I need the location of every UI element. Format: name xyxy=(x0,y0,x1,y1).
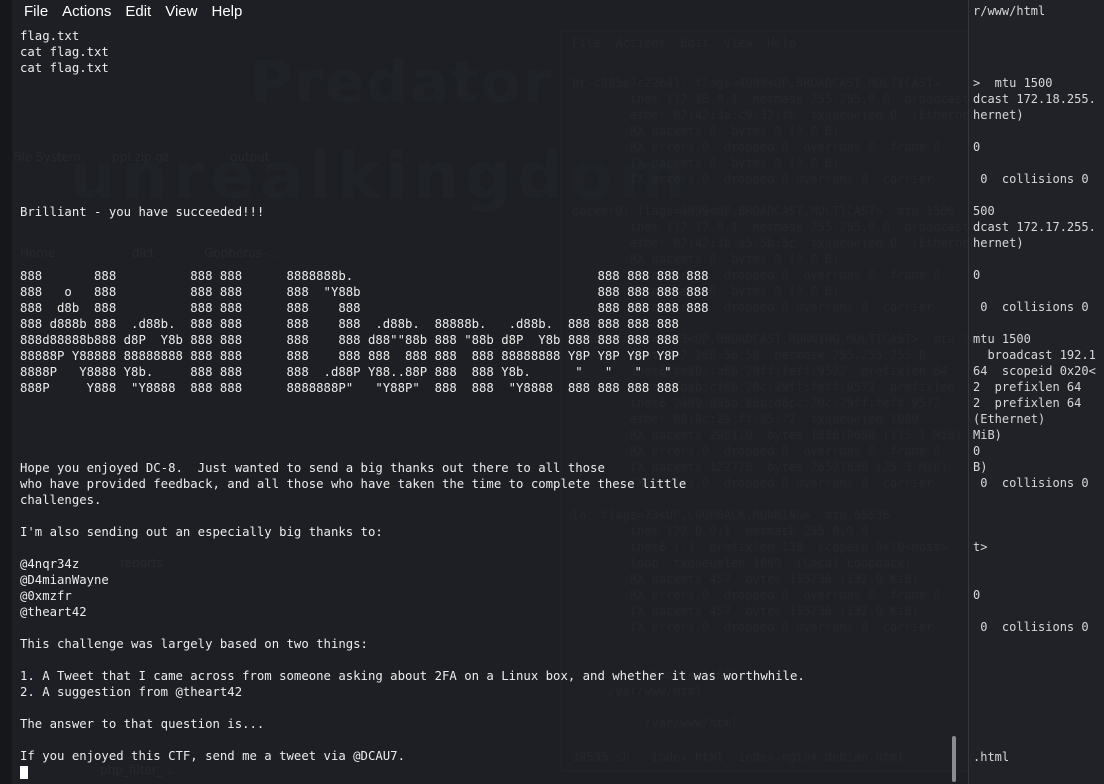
background-terminal-line: MiB) xyxy=(973,428,1002,442)
terminal-window[interactable]: File Actions Edit View Help flag.txt cat … xyxy=(12,0,968,784)
terminal-line: Hope you enjoyed DC-8. Just wanted to se… xyxy=(20,461,605,475)
terminal-line: @D4mianWayne xyxy=(20,573,109,587)
background-terminal-line: hernet) xyxy=(973,108,1024,122)
menu-help[interactable]: Help xyxy=(205,0,250,24)
background-right-terminal: r/www/html > mtu 1500 dcast 172.18.255. her… xyxy=(968,0,1104,784)
background-terminal-line: 0 xyxy=(973,140,981,154)
background-terminal-line: 2 prefixlen 64 xyxy=(973,396,1082,410)
terminal-line: The answer to that question is... xyxy=(20,717,265,731)
terminal-line: 888 d888b 888 .d88b. 888 888 888 888 .d8… xyxy=(20,317,679,331)
terminal-line: @theart42 xyxy=(20,605,87,619)
background-terminal-line: dcast 172.18.255. xyxy=(973,92,1096,106)
background-terminal-line: (Ethernet) xyxy=(973,412,1046,426)
menu-actions[interactable]: Actions xyxy=(56,0,119,24)
background-terminal-line: 2 prefixlen 64 xyxy=(973,380,1082,394)
terminal-line: cat flag.txt xyxy=(20,61,109,75)
terminal-line: challenges. xyxy=(20,493,102,507)
background-terminal-line: 0 collisions 0 xyxy=(973,476,1089,490)
background-terminal-line: t> xyxy=(973,540,988,554)
background-terminal-line: dcast 172.17.255. xyxy=(973,220,1096,234)
terminal-line: 888 888 888 888 8888888b. 888 888 888 88… xyxy=(20,269,709,283)
background-terminal-line: broadcast 192.1 xyxy=(973,348,1096,362)
terminal-line: Brilliant - you have succeeded!!! xyxy=(20,205,265,219)
background-terminal-line: 0 xyxy=(973,588,981,602)
menu-file[interactable]: File xyxy=(12,0,56,24)
terminal-line: 888 d8b 888 888 888 888 888 888 888 888 … xyxy=(20,301,709,315)
terminal-line: @4nqr34z xyxy=(20,557,80,571)
background-terminal-line: B) xyxy=(973,460,988,474)
terminal-scrollbar[interactable] xyxy=(952,736,956,782)
terminal-cursor xyxy=(20,766,28,779)
terminal-line: 8888P Y8888 Y8b. 888 888 888 .d88P Y88..… xyxy=(20,365,672,379)
terminal-line: This challenge was largely based on two … xyxy=(20,637,368,651)
terminal-line: If you enjoyed this CTF, send me a tweet… xyxy=(20,749,405,763)
terminal-line: cat flag.txt xyxy=(20,45,109,59)
terminal-line: flag.txt xyxy=(20,29,80,43)
terminal-line: 888P Y888 "Y8888 888 888 8888888P" "Y88P… xyxy=(20,381,679,395)
background-terminal-line: 0 xyxy=(973,268,981,282)
background-terminal-line: .html xyxy=(973,750,1010,764)
terminal-line: 2. A suggestion from @theart42 xyxy=(20,685,243,699)
background-terminal-line: mtu 1500 xyxy=(973,332,1031,346)
background-terminal-line: hernet) xyxy=(973,236,1024,250)
terminal-line: who have provided feedback, and all thos… xyxy=(20,477,687,491)
terminal-line: 888d88888b888 d8P Y8b 888 888 888 888 d8… xyxy=(20,333,679,347)
background-terminal-line: 0 collisions 0 xyxy=(973,620,1089,634)
menu-edit[interactable]: Edit xyxy=(119,0,159,24)
background-terminal-line: 64 scopeid 0x20< xyxy=(973,364,1096,378)
menu-view[interactable]: View xyxy=(159,0,205,24)
background-terminal-line: 500 xyxy=(973,204,995,218)
background-terminal-line: > mtu 1500 xyxy=(973,76,1053,90)
terminal-line: 888 o 888 888 888 888 "Y88b 888 888 888 … xyxy=(20,285,709,299)
terminal-output[interactable]: flag.txt cat flag.txt cat flag.txt Brillia… xyxy=(20,28,805,764)
background-terminal-line: 0 collisions 0 xyxy=(973,300,1089,314)
terminal-line: @0xmzfr xyxy=(20,589,72,603)
background-terminal-line: r/www/html xyxy=(973,4,1046,18)
terminal-line: 88888P Y88888 88888888 888 888 888 888 8… xyxy=(20,349,679,363)
terminal-line: I'm also sending out an especially big t… xyxy=(20,525,383,539)
menu-bar: File Actions Edit View Help xyxy=(12,0,968,24)
terminal-line: 1. A Tweet that I came across from someo… xyxy=(20,669,805,683)
background-terminal-line: 0 xyxy=(973,444,981,458)
background-terminal-line: 0 collisions 0 xyxy=(973,172,1089,186)
